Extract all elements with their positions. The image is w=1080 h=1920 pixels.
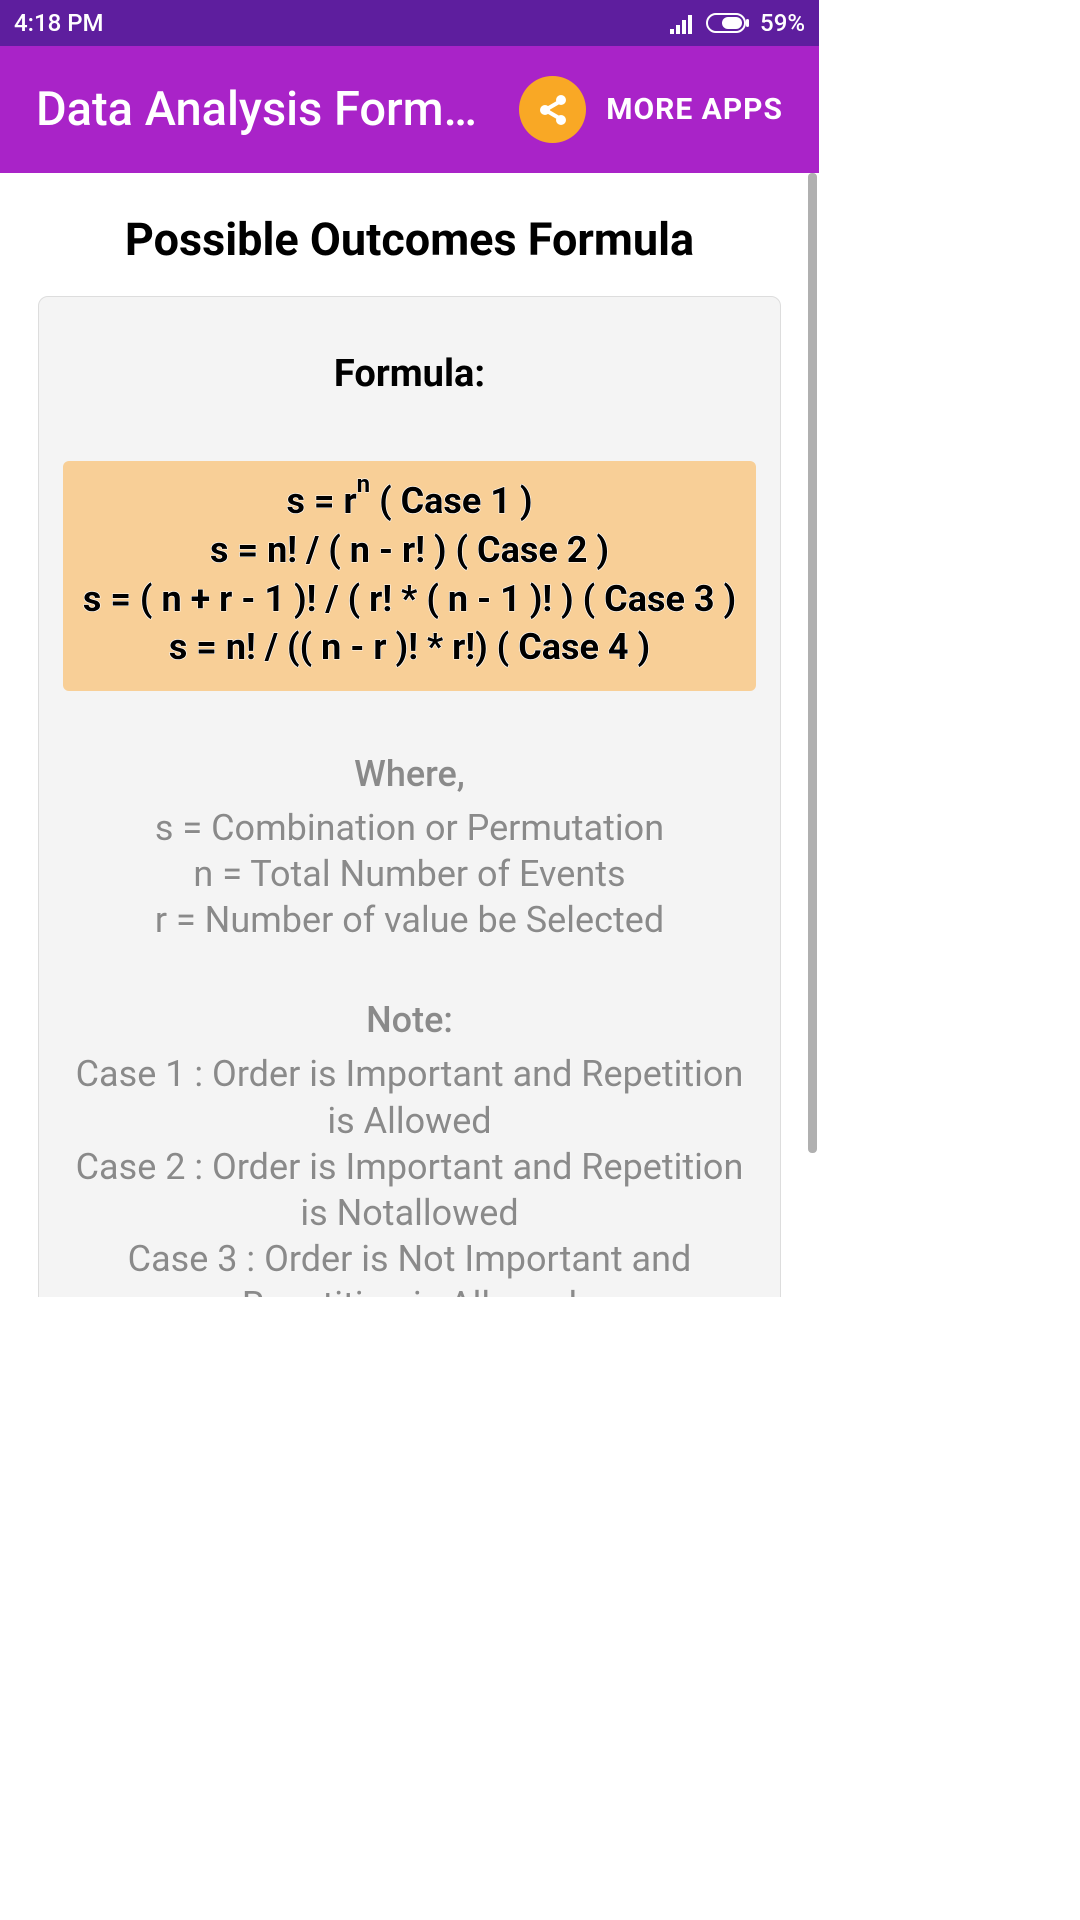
status-bar: 4:18 PM 59% <box>0 0 819 46</box>
note-section: Note: Case 1 : Order is Important and Re… <box>63 999 756 1297</box>
note-case-1: Case 1 : Order is Important and Repetiti… <box>63 1051 756 1143</box>
more-apps-button[interactable]: MORE APPS <box>606 92 783 127</box>
where-label: Where, <box>63 753 756 795</box>
formula-case-2: s = n! / ( n - r! ) ( Case 2 ) <box>73 527 746 574</box>
formula-case-4: s = n! / (( n - r )! * r!) ( Case 4 ) <box>73 624 746 671</box>
content-area[interactable]: Possible Outcomes Formula Formula: s = r… <box>0 173 819 1297</box>
where-r: r = Number of value be Selected <box>63 897 756 943</box>
page-title: Possible Outcomes Formula <box>0 173 819 296</box>
note-case-2: Case 2 : Order is Important and Repetiti… <box>63 1144 756 1236</box>
battery-icon <box>706 12 750 34</box>
status-right: 59% <box>670 9 805 37</box>
bottom-space <box>0 1297 819 1456</box>
battery-percentage: 59% <box>760 9 805 37</box>
app-title: Data Analysis Form… <box>36 82 499 137</box>
formula-case-1: s = rn ( Case 1 ) <box>73 477 746 525</box>
share-icon <box>535 92 571 128</box>
note-label: Note: <box>63 999 756 1041</box>
scroll-indicator <box>808 173 817 1153</box>
formula-label: Formula: <box>63 352 756 396</box>
formula-case-3: s = ( n + r - 1 )! / ( r! * ( n - 1 )! )… <box>73 576 746 623</box>
where-s: s = Combination or Permutation <box>63 805 756 851</box>
where-section: Where, s = Combination or Permutation n … <box>63 753 756 943</box>
signal-icon <box>670 12 696 34</box>
formula-box: s = rn ( Case 1 ) s = n! / ( n - r! ) ( … <box>63 461 756 691</box>
share-button[interactable] <box>519 76 586 143</box>
app-bar: Data Analysis Form… MORE APPS <box>0 46 819 173</box>
note-case-3: Case 3 : Order is Not Important and Repe… <box>63 1236 756 1297</box>
where-n: n = Total Number of Events <box>63 851 756 897</box>
status-time: 4:18 PM <box>14 9 104 37</box>
formula-card: Formula: s = rn ( Case 1 ) s = n! / ( n … <box>38 296 781 1297</box>
